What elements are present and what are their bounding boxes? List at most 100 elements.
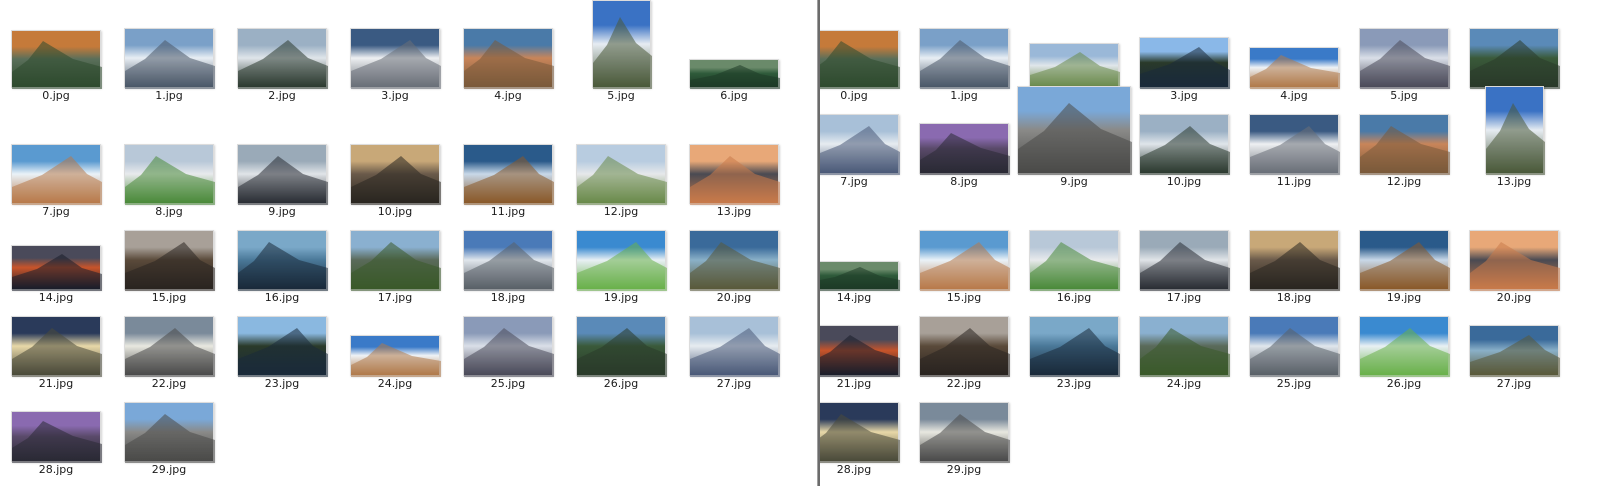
thumbnail-item[interactable]: 2.jpg [236, 10, 348, 104]
thumbnail-item[interactable]: 11.jpg [1248, 96, 1360, 190]
file-name-label: 2.jpg [268, 89, 296, 102]
thumbnail-frame [918, 212, 1030, 291]
file-name-label: 24.jpg [1166, 377, 1202, 390]
thumbnail-frame [1358, 10, 1470, 89]
thumbnail-frame [575, 298, 687, 377]
image-thumbnail [1359, 316, 1450, 377]
thumbnail-item[interactable]: 21.jpg [10, 298, 122, 392]
thumbnail-item[interactable]: 9.jpg [1017, 86, 1140, 190]
thumbnail-item[interactable]: 15.jpg [918, 212, 1030, 306]
file-name-label: 9.jpg [1060, 175, 1088, 188]
thumbnail-item[interactable]: 22.jpg [123, 298, 235, 392]
thumbnail-item[interactable]: 3.jpg [349, 10, 461, 104]
thumbnail-item[interactable]: 27.jpg [688, 298, 800, 392]
thumbnail-item[interactable]: 17.jpg [349, 212, 461, 306]
file-name-label: 11.jpg [1276, 175, 1312, 188]
image-thumbnail [350, 335, 441, 377]
image-thumbnail [919, 230, 1010, 291]
mountain-shape [920, 242, 1010, 291]
thumbnail-frame [10, 298, 122, 377]
mountain-shape [1250, 328, 1340, 377]
mountain-shape [464, 242, 554, 291]
thumbnail-item[interactable]: 3.jpg [1138, 10, 1250, 104]
thumbnail-item[interactable]: 1.jpg [123, 10, 235, 104]
thumbnail-item[interactable]: 18.jpg [462, 212, 574, 306]
mountain-shape [1470, 335, 1560, 377]
file-name-label: 7.jpg [840, 175, 868, 188]
thumbnail-item[interactable]: 4.jpg [1248, 10, 1360, 104]
thumbnail-item[interactable]: 0.jpg [820, 10, 920, 104]
image-thumbnail [11, 316, 102, 377]
thumbnail-item[interactable]: 7.jpg [820, 96, 920, 190]
thumbnail-item[interactable]: 19.jpg [1358, 212, 1470, 306]
thumbnail-item[interactable]: 19.jpg [575, 212, 687, 306]
thumbnail-item[interactable]: 6.jpg [688, 10, 800, 104]
thumbnail-item[interactable]: 16.jpg [236, 212, 348, 306]
thumbnail-item[interactable]: 5.jpg [575, 0, 687, 104]
thumbnail-frame [1248, 96, 1360, 175]
thumbnail-item[interactable]: 18.jpg [1248, 212, 1360, 306]
thumbnail-item[interactable]: 5.jpg [1358, 10, 1470, 104]
mountain-shape [1140, 328, 1230, 377]
mountain-shape [593, 17, 652, 89]
image-thumbnail [463, 316, 554, 377]
mountain-shape [238, 40, 328, 89]
thumbnail-item[interactable]: 1.jpg [918, 10, 1030, 104]
image-thumbnail [689, 59, 780, 89]
thumbnail-item[interactable]: 24.jpg [349, 298, 461, 392]
thumbnail-item[interactable]: 26.jpg [1358, 298, 1470, 392]
image-thumbnail [689, 316, 780, 377]
thumbnail-item[interactable]: 14.jpg [820, 212, 920, 306]
image-thumbnail [1469, 28, 1560, 89]
thumbnail-item[interactable]: 20.jpg [1468, 212, 1580, 306]
thumbnail-item[interactable]: 10.jpg [349, 126, 461, 220]
thumbnail-item[interactable]: 8.jpg [123, 126, 235, 220]
image-thumbnail [350, 28, 441, 89]
thumbnail-item[interactable]: 12.jpg [1358, 96, 1470, 190]
thumbnail-item[interactable]: 28.jpg [820, 384, 920, 478]
thumbnail-frame [688, 126, 800, 205]
image-thumbnail [1249, 114, 1340, 175]
thumbnail-item[interactable]: 22.jpg [918, 298, 1030, 392]
thumbnail-frame [462, 212, 574, 291]
thumbnail-item[interactable]: 12.jpg [575, 126, 687, 220]
thumbnail-item[interactable]: 17.jpg [1138, 212, 1250, 306]
thumbnail-frame [1028, 212, 1140, 291]
thumbnail-item[interactable]: 9.jpg [236, 126, 348, 220]
thumbnail-item[interactable]: 7.jpg [10, 126, 122, 220]
thumbnail-item[interactable]: 25.jpg [462, 298, 574, 392]
thumbnail-item[interactable]: 13.jpg [688, 126, 800, 220]
thumbnail-item[interactable]: 4.jpg [462, 10, 574, 104]
thumbnail-item[interactable]: 23.jpg [1028, 298, 1140, 392]
thumbnail-item[interactable]: 27.jpg [1468, 298, 1580, 392]
thumbnail-item[interactable]: 28.jpg [10, 384, 122, 478]
thumbnail-item[interactable]: 13.jpg [1468, 86, 1580, 190]
mountain-shape [1250, 55, 1340, 89]
thumbnail-item[interactable]: 26.jpg [575, 298, 687, 392]
image-thumbnail [1469, 325, 1560, 377]
right-thumbnail-pane[interactable]: 0.jpg1.jpg2.jpg3.jpg4.jpg5.jpg6.jpg7.jpg… [820, 0, 1606, 486]
thumbnail-item[interactable]: 16.jpg [1028, 212, 1140, 306]
thumbnail-item[interactable]: 24.jpg [1138, 298, 1250, 392]
file-name-label: 25.jpg [1276, 377, 1312, 390]
left-thumbnail-pane[interactable]: 0.jpg 1.jpg 2.jpg 3.jpg 4.jpg 5.jpg 6.jpg 7.jpg… [0, 0, 817, 486]
mountain-shape [1470, 40, 1560, 89]
thumbnail-item[interactable]: 0.jpg [10, 10, 122, 104]
thumbnail-item[interactable]: 14.jpg [10, 212, 122, 306]
file-name-label: 24.jpg [377, 377, 413, 390]
thumbnail-item[interactable]: 23.jpg [236, 298, 348, 392]
thumbnail-item[interactable]: 25.jpg [1248, 298, 1360, 392]
file-name-label: 27.jpg [716, 377, 752, 390]
thumbnail-item[interactable]: 8.jpg [918, 96, 1030, 190]
thumbnail-item[interactable]: 10.jpg [1138, 96, 1250, 190]
thumbnail-item[interactable]: 11.jpg [462, 126, 574, 220]
thumbnail-item[interactable]: 29.jpg [123, 384, 235, 478]
thumbnail-item[interactable]: 20.jpg [688, 212, 800, 306]
mountain-shape [1250, 126, 1340, 175]
thumbnail-item[interactable]: 21.jpg [820, 298, 920, 392]
thumbnail-item[interactable]: 15.jpg [123, 212, 235, 306]
thumbnail-item[interactable]: 29.jpg [918, 384, 1030, 478]
thumbnail-frame [123, 10, 235, 89]
thumbnail-frame [349, 298, 461, 377]
mountain-shape [1250, 242, 1340, 291]
